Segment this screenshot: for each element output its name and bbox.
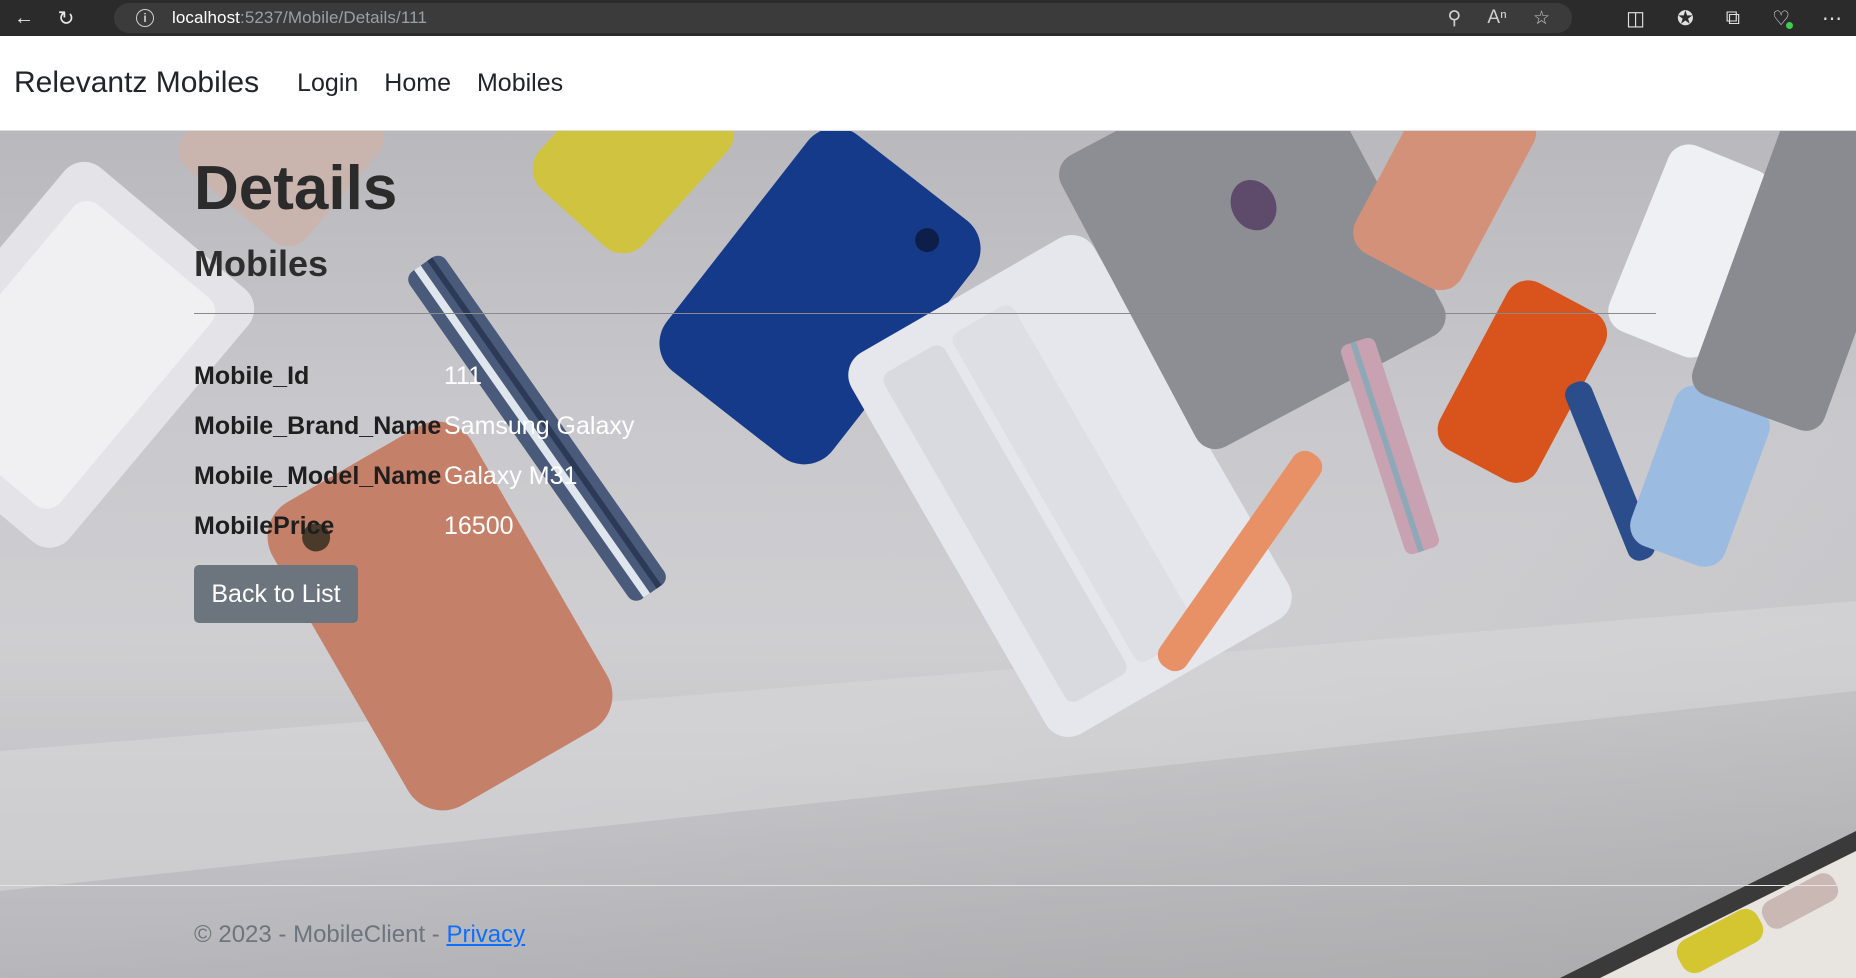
page-title: Details: [194, 154, 398, 223]
collections-icon[interactable]: ⧉: [1726, 7, 1740, 30]
browser-essentials-icon[interactable]: ♡: [1772, 6, 1793, 31]
address-bar[interactable]: i localhost:5237/Mobile/Details/111 ⚲ Aⁿ…: [114, 3, 1572, 33]
footer-divider: [0, 885, 1856, 886]
favorites-icon[interactable]: ✪: [1677, 6, 1694, 31]
detail-row: Mobile_Id 111: [194, 356, 482, 396]
split-screen-icon[interactable]: ◫: [1626, 6, 1645, 31]
detail-label: MobilePrice: [194, 511, 335, 540]
back-arrow-icon[interactable]: ←: [6, 0, 42, 36]
footer-copyright: © 2023 - MobileClient -: [194, 921, 447, 948]
detail-value: 111: [444, 361, 483, 390]
background-image: Details Mobiles Mobile_Id 111 Mobile_Bra…: [0, 131, 1856, 978]
read-aloud-icon[interactable]: Aⁿ: [1487, 7, 1507, 29]
web-page: Relevantz Mobiles Login Home Mobiles Det…: [0, 36, 1856, 978]
favorite-star-icon[interactable]: ☆: [1533, 7, 1550, 30]
zoom-icon[interactable]: ⚲: [1447, 7, 1461, 30]
browser-toolbar: ← ↻ i localhost:5237/Mobile/Details/111 …: [0, 0, 1856, 36]
site-navbar: Relevantz Mobiles Login Home Mobiles: [0, 36, 1856, 131]
more-menu-icon[interactable]: ⋯: [1822, 6, 1842, 31]
brand-link[interactable]: Relevantz Mobiles: [14, 66, 259, 100]
detail-row: Mobile_Model_Name Galaxy M31: [194, 456, 577, 496]
detail-row: Mobile_Brand_Name Samsung Galaxy: [194, 406, 634, 446]
detail-row: MobilePrice 16500: [194, 506, 514, 546]
url-text[interactable]: localhost:5237/Mobile/Details/111: [172, 8, 427, 28]
detail-label: Mobile_Id: [194, 361, 310, 390]
section-subtitle: Mobiles: [194, 243, 329, 284]
nav-link-mobiles[interactable]: Mobiles: [477, 69, 563, 98]
refresh-icon[interactable]: ↻: [48, 0, 84, 36]
nav-link-login[interactable]: Login: [297, 69, 358, 98]
detail-value: 16500: [444, 511, 514, 540]
back-to-list-button[interactable]: Back to List: [194, 565, 358, 623]
detail-value: Galaxy M31: [444, 461, 578, 490]
privacy-link[interactable]: Privacy: [446, 921, 525, 948]
divider: [194, 313, 1656, 314]
detail-label: Mobile_Brand_Name: [194, 411, 442, 440]
nav-link-home[interactable]: Home: [384, 69, 451, 98]
detail-label: Mobile_Model_Name: [194, 461, 442, 490]
site-info-icon[interactable]: i: [136, 9, 154, 27]
footer: © 2023 - MobileClient - Privacy: [194, 921, 525, 949]
detail-value: Samsung Galaxy: [444, 411, 635, 440]
